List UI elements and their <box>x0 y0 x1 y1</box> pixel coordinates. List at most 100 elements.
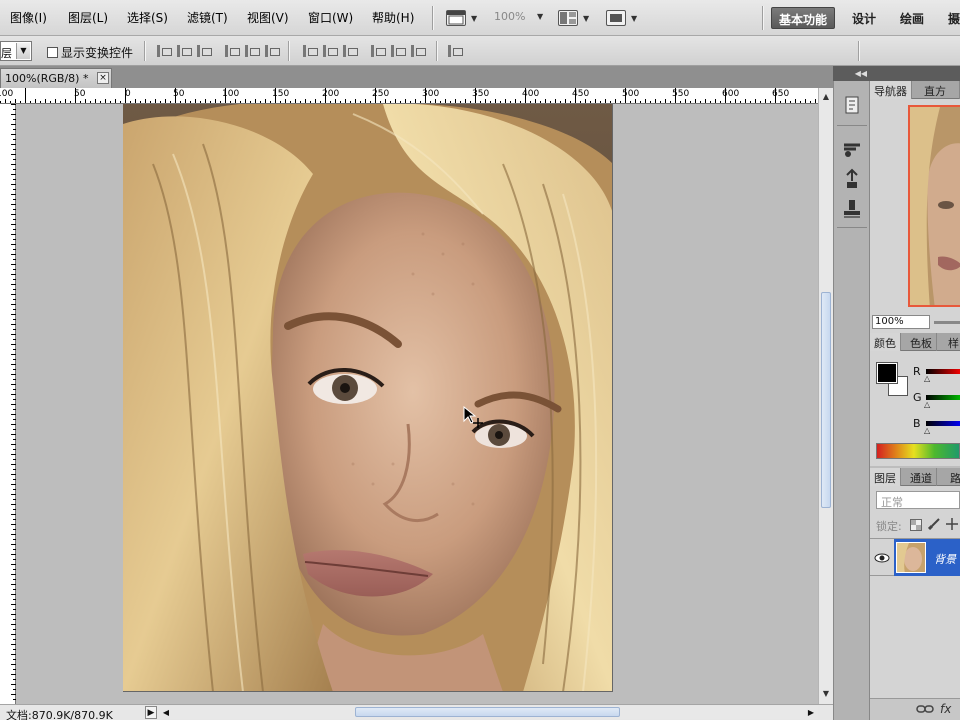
navigator-zoom-slider[interactable] <box>934 321 960 324</box>
ruler-label: 600 <box>722 89 740 99</box>
menu-help[interactable]: 帮助(H) <box>372 9 414 26</box>
workspace-painting[interactable]: 绘画 <box>893 7 931 29</box>
arrange-documents-button[interactable]: ▼ <box>558 8 589 28</box>
collapse-arrows-icon[interactable]: ◀◀ <box>855 69 867 78</box>
distribute-top-icon[interactable] <box>303 45 318 58</box>
menu-select[interactable]: 选择(S) <box>127 9 168 26</box>
color-spectrum-ramp[interactable] <box>876 443 960 459</box>
scroll-up-icon[interactable]: ▲ <box>819 90 833 104</box>
show-transform-checkbox[interactable] <box>47 47 58 58</box>
foreground-color-swatch[interactable] <box>876 362 898 384</box>
tab-histogram[interactable]: 直方图 <box>920 81 960 114</box>
chevron-down-icon[interactable]: ▼ <box>537 12 543 21</box>
menu-view[interactable]: 视图(V) <box>247 9 289 26</box>
align-right-icon[interactable] <box>265 45 280 58</box>
launch-bridge-button[interactable]: ▼ <box>446 8 477 28</box>
options-separator <box>144 41 145 61</box>
lock-brush-icon[interactable] <box>927 518 940 533</box>
layer-selection[interactable]: 背景 <box>894 539 960 576</box>
slider-caret-icon[interactable]: △ <box>924 400 930 409</box>
layer-effects-icon[interactable]: fx <box>940 702 951 716</box>
vertical-ruler[interactable] <box>0 104 16 704</box>
auto-select-dropdown[interactable]: 层 ▼ <box>0 41 32 61</box>
status-bar: 文档:870.9K/870.9K ▶ ◀ ▶ <box>0 704 833 720</box>
menu-layer[interactable]: 图层(L) <box>68 9 108 26</box>
tab-paths[interactable]: 路 <box>946 468 960 486</box>
screen-mode-button[interactable]: ▼ <box>606 8 637 28</box>
workspace-essentials[interactable]: 基本功能 <box>771 7 836 29</box>
menu-filter[interactable]: 滤镜(T) <box>187 9 228 26</box>
channel-g-slider[interactable] <box>926 395 960 400</box>
layers-panel: 正常 锁定: 背景 fx <box>870 486 960 720</box>
link-layers-icon[interactable] <box>916 704 934 717</box>
scroll-left-icon[interactable]: ◀ <box>160 706 172 719</box>
clone-source-panel-icon[interactable] <box>840 167 864 191</box>
workspace-design[interactable]: 设计 <box>845 7 883 29</box>
channel-b-slider[interactable] <box>926 421 960 426</box>
document-tab[interactable]: 100%(RGB/8) * × <box>0 68 112 88</box>
show-transform-label: 显示变换控件 <box>61 46 134 60</box>
distribute-bottom-icon[interactable] <box>343 45 358 58</box>
close-icon[interactable]: × <box>97 72 109 84</box>
distribute-horizontal-center-icon[interactable] <box>391 45 406 58</box>
navigator-preview[interactable] <box>908 105 960 307</box>
navigator-zoom-field[interactable]: 100% <box>872 315 930 329</box>
ruler-ticks <box>11 104 16 700</box>
layer-row-background[interactable]: 背景 <box>870 538 960 576</box>
vertical-scrollbar[interactable]: ▲ ▼ <box>818 88 833 704</box>
options-separator <box>288 41 289 61</box>
zoom-level[interactable]: 100% <box>494 10 525 23</box>
brushes-panel-icon[interactable] <box>840 137 864 161</box>
lock-move-icon[interactable] <box>946 518 958 533</box>
vertical-scroll-thumb[interactable] <box>821 292 831 508</box>
blend-mode-select[interactable]: 正常 <box>876 491 960 509</box>
scroll-down-icon[interactable]: ▼ <box>819 687 833 701</box>
align-left-icon[interactable] <box>225 45 240 58</box>
ruler-label: 100 <box>222 89 240 99</box>
align-vertical-center-icon[interactable] <box>177 45 192 58</box>
layer-name: 背景 <box>934 553 956 566</box>
horizontal-scroll-thumb[interactable] <box>355 707 620 717</box>
menu-window[interactable]: 窗口(W) <box>308 9 353 26</box>
stamp-tool-icon[interactable] <box>840 197 864 221</box>
menu-image[interactable]: 图像(I) <box>10 9 47 26</box>
tab-layers[interactable]: 图层 <box>870 468 901 486</box>
collapse-panels-bar[interactable]: ◀◀ <box>833 66 870 81</box>
tab-swatches[interactable]: 色板 <box>906 333 937 351</box>
workspace-photography[interactable]: 摄 <box>941 7 960 29</box>
horizontal-ruler[interactable]: 100 50 0 50 100 150 200 250 300 350 400 … <box>0 88 818 104</box>
distribute-vertical-center-icon[interactable] <box>323 45 338 58</box>
move-cursor-icon <box>463 405 487 433</box>
chevron-down-icon: ▼ <box>16 43 30 59</box>
canvas-area[interactable] <box>16 104 818 704</box>
tab-styles[interactable]: 样 <box>944 333 960 351</box>
layout-grid-icon <box>558 10 578 26</box>
slider-caret-icon[interactable]: △ <box>924 426 930 435</box>
align-top-icon[interactable] <box>157 45 172 58</box>
lock-label: 锁定: <box>876 520 902 533</box>
tab-channels[interactable]: 通道 <box>906 468 937 486</box>
chevron-down-icon: ▼ <box>471 13 478 23</box>
history-panel-icon[interactable] <box>840 93 864 117</box>
tab-navigator[interactable]: 导航器 <box>870 81 912 99</box>
channel-r-slider[interactable] <box>926 369 960 374</box>
distribute-left-icon[interactable] <box>371 45 386 58</box>
lock-transparency-icon[interactable] <box>910 519 922 534</box>
horizontal-scrollbar[interactable]: ◀ ▶ <box>160 706 818 719</box>
ruler-label: 150 <box>272 89 290 99</box>
eye-visibility-icon[interactable] <box>872 542 892 574</box>
align-bottom-icon[interactable] <box>197 45 212 58</box>
status-menu-arrow-icon[interactable]: ▶ <box>145 706 157 719</box>
layer-thumbnail <box>896 542 926 573</box>
distribute-right-icon[interactable] <box>411 45 426 58</box>
scroll-right-icon[interactable]: ▶ <box>805 706 817 719</box>
slider-caret-icon[interactable]: △ <box>924 374 930 383</box>
show-transform-controls[interactable]: 显示变换控件 <box>47 44 133 61</box>
tab-color[interactable]: 颜色 <box>870 333 901 351</box>
document-title: 100%(RGB/8) * <box>5 72 89 85</box>
channel-g-label: G <box>913 391 922 404</box>
portrait-photo[interactable] <box>123 104 613 692</box>
align-horizontal-center-icon[interactable] <box>245 45 260 58</box>
film-strip-icon <box>446 10 466 26</box>
auto-align-layers-icon[interactable] <box>448 45 463 58</box>
